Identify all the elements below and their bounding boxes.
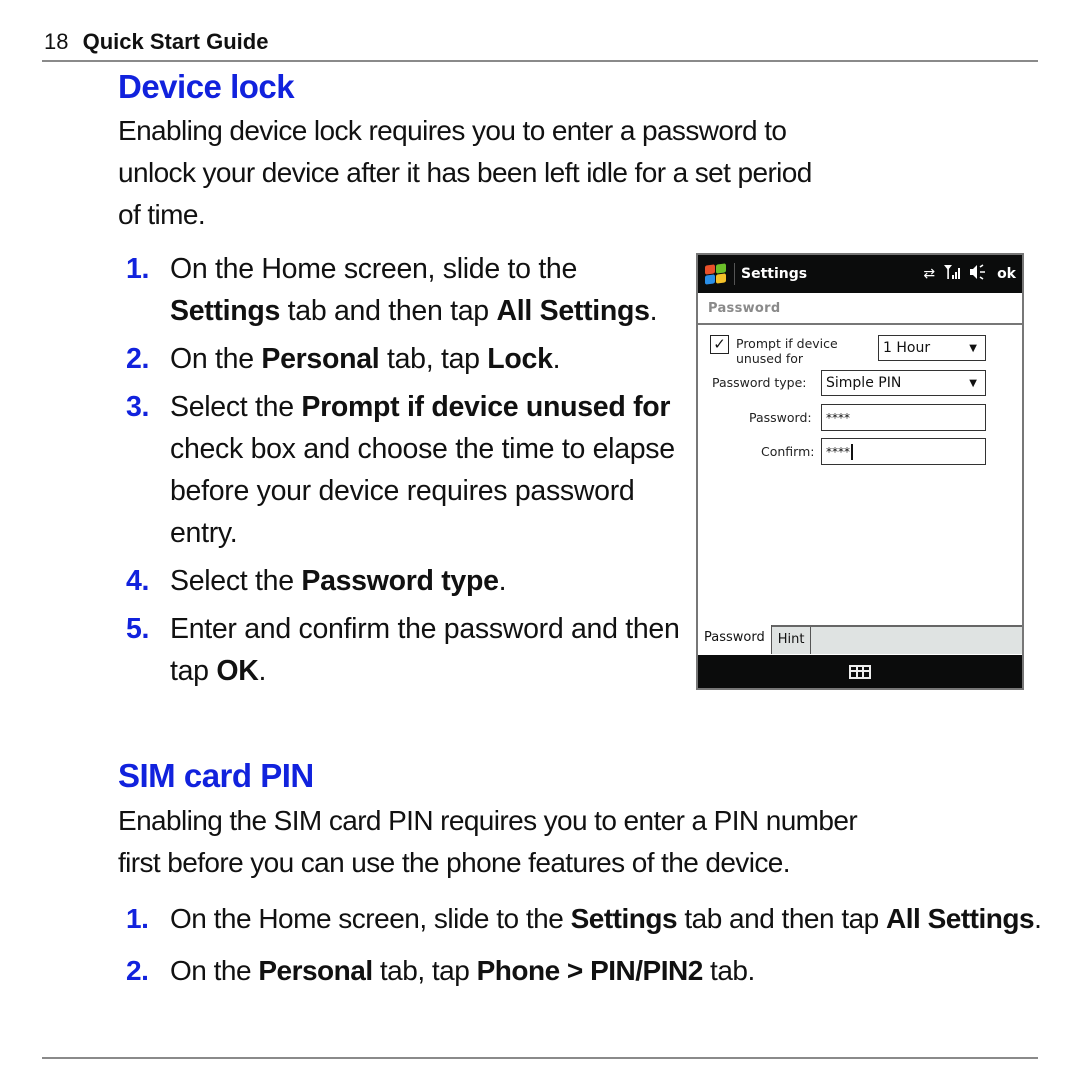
device-lock-heading: Device lock (118, 68, 295, 105)
tab-password[interactable]: Password (698, 625, 772, 654)
prompt-checkbox[interactable]: ✓ (710, 335, 729, 354)
checkmark-icon: ✓ (713, 335, 726, 353)
signal-icon[interactable] (943, 264, 961, 284)
ui-term: OK (216, 655, 259, 687)
step-number: 2. (126, 955, 149, 986)
header-rule (42, 60, 1038, 62)
password-type-label: Password type: (712, 375, 807, 390)
step-number: 4. (126, 565, 150, 597)
step-number: 2. (126, 343, 150, 375)
phone-titlebar: Settings ⇄ ok (698, 255, 1022, 293)
step-item: 3. Select the Prompt if device unused for… (126, 386, 686, 554)
phone-tab-bar: Password Hint (698, 625, 1022, 654)
ui-term: All Settings (496, 295, 650, 327)
text-cursor (851, 443, 853, 460)
page-number: 18 (44, 29, 69, 54)
confirm-value: **** (826, 444, 850, 459)
step-item: 1. On the Home screen, slide to the Setti… (126, 898, 1046, 940)
timeout-value: 1 Hour (883, 340, 931, 356)
phone-subheader: Password (698, 293, 1022, 325)
step-item: 5. Enter and confirm the password and the… (126, 608, 686, 692)
phone-body: ✓ Prompt if device unused for 1 Hour ▼ P… (698, 325, 1022, 624)
password-label: Password: (749, 410, 812, 425)
password-type-value: Simple PIN (826, 375, 902, 391)
tab-hint[interactable]: Hint (772, 627, 812, 654)
phone-screenshot: Settings ⇄ ok Password ✓ Prompt if devic… (696, 253, 1024, 690)
prompt-checkbox-label: Prompt if device unused for (736, 336, 838, 366)
sim-pin-steps: 1. On the Home screen, slide to the Setti… (126, 898, 1046, 992)
confirm-field[interactable]: **** (821, 438, 986, 465)
ui-term: Personal (261, 343, 380, 375)
windows-start-icon[interactable] (704, 263, 728, 285)
ui-term: All Settings (886, 903, 1035, 934)
label-line: unused for (736, 351, 804, 366)
label-line: Prompt if device (736, 336, 838, 351)
step-number: 1. (126, 903, 149, 934)
chevron-down-icon: ▼ (969, 342, 977, 354)
speaker-icon[interactable] (969, 264, 987, 284)
step-number: 5. (126, 613, 150, 645)
ui-term: Settings (570, 903, 678, 934)
running-head: 18 Quick Start Guide (44, 28, 268, 56)
intro-line: Enabling device lock requires you to ent… (118, 115, 787, 146)
password-type-select[interactable]: Simple PIN ▼ (821, 370, 986, 396)
ok-button[interactable]: ok (997, 266, 1016, 282)
sync-icon[interactable]: ⇄ (923, 266, 935, 282)
ui-term: Lock (487, 343, 553, 375)
step-number: 3. (126, 391, 150, 423)
intro-line: Enabling the SIM card PIN requires you t… (118, 805, 858, 836)
guide-title: Quick Start Guide (82, 29, 269, 54)
titlebar-separator (734, 263, 735, 285)
step-item: 2. On the Personal tab, tap Lock. (126, 338, 686, 380)
password-field[interactable]: **** (821, 404, 986, 431)
sim-pin-intro: Enabling the SIM card PIN requires you t… (118, 800, 858, 884)
device-lock-intro: Enabling device lock requires you to ent… (118, 110, 812, 236)
ui-term: Personal (258, 955, 373, 986)
phone-softkey-bar (698, 655, 1022, 688)
timeout-select[interactable]: 1 Hour ▼ (878, 335, 986, 361)
ui-term: Password type (301, 565, 499, 597)
ui-term: Settings (170, 295, 281, 327)
ui-term: Prompt if device unused for (301, 391, 671, 423)
intro-line: first before you can use the phone featu… (118, 847, 790, 878)
footer-rule (42, 1057, 1038, 1059)
confirm-label: Confirm: (761, 444, 815, 459)
step-item: 2. On the Personal tab, tap Phone > PIN/P… (126, 950, 1046, 992)
phone-title: Settings (741, 266, 808, 282)
intro-line: of time. (118, 199, 206, 230)
keyboard-icon[interactable] (849, 664, 871, 679)
step-item: 1. On the Home screen, slide to the Setti… (126, 248, 686, 332)
step-number: 1. (126, 253, 150, 285)
step-item: 4. Select the Password type. (126, 560, 686, 602)
sim-pin-heading: SIM card PIN (118, 757, 314, 794)
device-lock-steps: 1. On the Home screen, slide to the Setti… (126, 248, 686, 692)
password-value: **** (826, 410, 850, 425)
ui-term: Phone > PIN/PIN2 (476, 955, 704, 986)
intro-line: unlock your device after it has been lef… (118, 157, 812, 188)
chevron-down-icon: ▼ (969, 377, 977, 389)
